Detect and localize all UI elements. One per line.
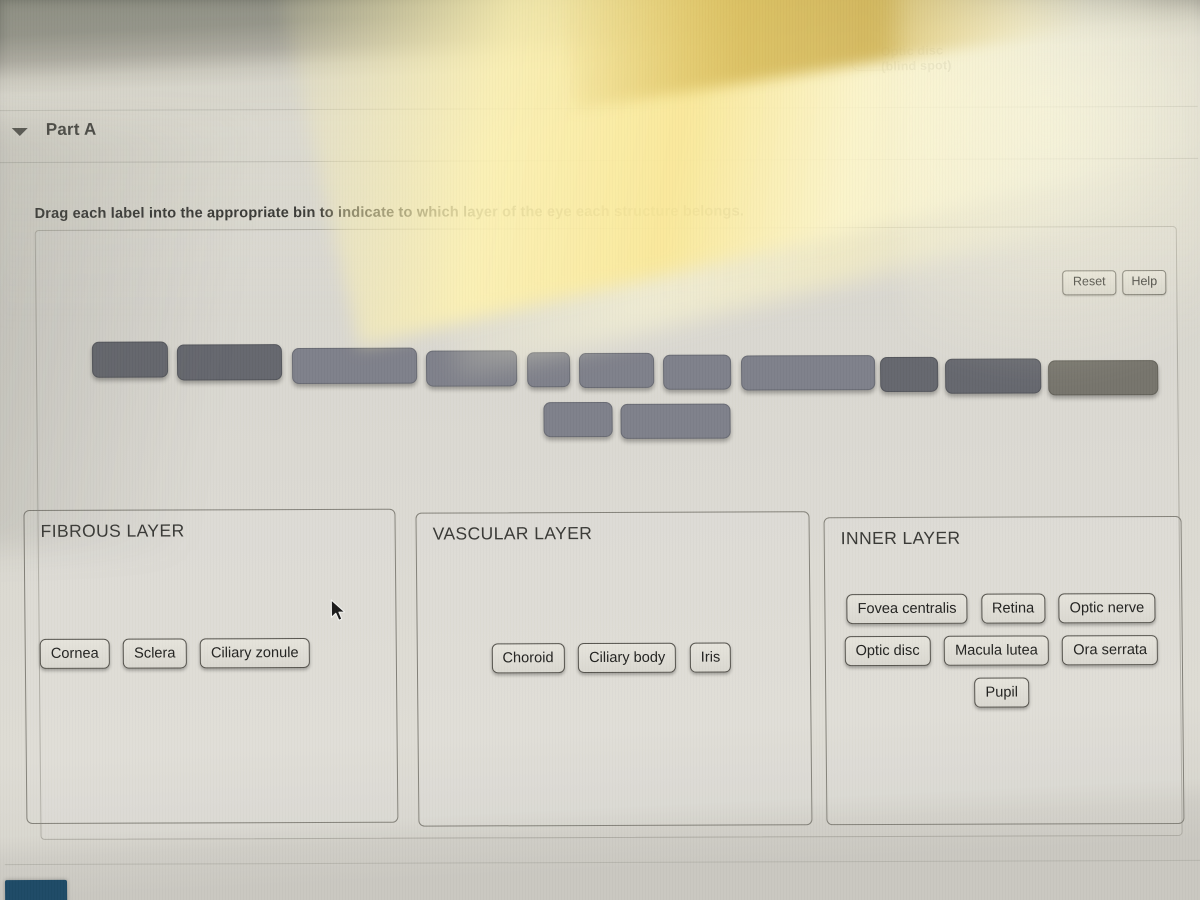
screen-photo-surface: Optic disc (blind spot) Part A Drag each… xyxy=(0,0,1200,900)
instruction-text: Drag each label into the appropriate bin… xyxy=(34,203,745,222)
label-slot[interactable] xyxy=(91,341,169,378)
taskbar-accent[interactable] xyxy=(4,879,68,900)
label-slot[interactable] xyxy=(740,355,876,391)
bin-chip-list: Cornea Sclera Ciliary zonule xyxy=(39,638,386,681)
bin-chip-list: Choroid Ciliary body Iris xyxy=(432,642,800,685)
label-slot[interactable] xyxy=(176,344,283,381)
label-slot[interactable] xyxy=(425,350,518,387)
bin-vascular-layer[interactable]: VASCULAR LAYER Choroid Ciliary body Iris xyxy=(415,511,813,827)
bin-title: VASCULAR LAYER xyxy=(432,523,593,544)
activity-toolbar: Reset Help xyxy=(1062,270,1182,296)
help-button[interactable]: Help xyxy=(1122,270,1167,296)
ui-plane: Optic disc (blind spot) Part A Drag each… xyxy=(0,0,1200,900)
label-chip[interactable]: Iris xyxy=(689,642,732,673)
bin-chip-list: Fovea centralis Retina Optic nerve Optic… xyxy=(837,593,1174,720)
label-chip[interactable]: Macula lutea xyxy=(943,635,1049,666)
label-slot[interactable] xyxy=(526,352,571,388)
divider-bottom xyxy=(4,859,1200,866)
label-chip[interactable]: Ciliary zonule xyxy=(199,638,310,669)
label-chip[interactable]: Pupil xyxy=(974,677,1030,708)
label-slot[interactable] xyxy=(291,347,418,385)
label-slot[interactable] xyxy=(620,403,731,439)
label-slot[interactable] xyxy=(1048,360,1159,396)
label-slot[interactable] xyxy=(543,401,613,438)
label-chip[interactable]: Sclera xyxy=(122,638,187,669)
label-slot[interactable] xyxy=(879,356,939,393)
bin-fibrous-layer[interactable]: FIBROUS LAYER Cornea Sclera Ciliary zonu… xyxy=(23,508,399,824)
bg-art-line-2: (blind spot) xyxy=(881,58,952,74)
label-chip[interactable]: Retina xyxy=(980,593,1046,624)
label-chip[interactable]: Fovea centralis xyxy=(846,593,968,625)
label-slot[interactable] xyxy=(662,354,732,390)
divider-under-part xyxy=(0,157,1199,164)
label-slot[interactable] xyxy=(945,358,1042,394)
label-chip[interactable]: Ciliary body xyxy=(577,642,677,674)
bin-title: INNER LAYER xyxy=(840,527,961,549)
leader-line xyxy=(850,55,887,72)
label-chip[interactable]: Ora serrata xyxy=(1062,635,1159,666)
bin-inner-layer[interactable]: INNER LAYER Fovea centralis Retina Optic… xyxy=(823,515,1185,826)
label-slot[interactable] xyxy=(578,352,655,389)
label-chip[interactable]: Cornea xyxy=(39,638,110,669)
part-header[interactable]: Part A xyxy=(0,110,1198,154)
bin-title: FIBROUS LAYER xyxy=(40,520,185,541)
label-chip[interactable]: Choroid xyxy=(491,643,565,674)
label-chip[interactable]: Optic nerve xyxy=(1058,593,1156,624)
background-artwork-optic-disc-label: Optic disc (blind spot) xyxy=(850,41,1082,91)
label-chip[interactable]: Optic disc xyxy=(844,635,931,667)
reset-button[interactable]: Reset xyxy=(1062,270,1117,296)
caret-down-icon[interactable] xyxy=(11,128,28,137)
page-title: Part A xyxy=(45,119,97,139)
mouse-pointer-icon xyxy=(330,599,348,623)
